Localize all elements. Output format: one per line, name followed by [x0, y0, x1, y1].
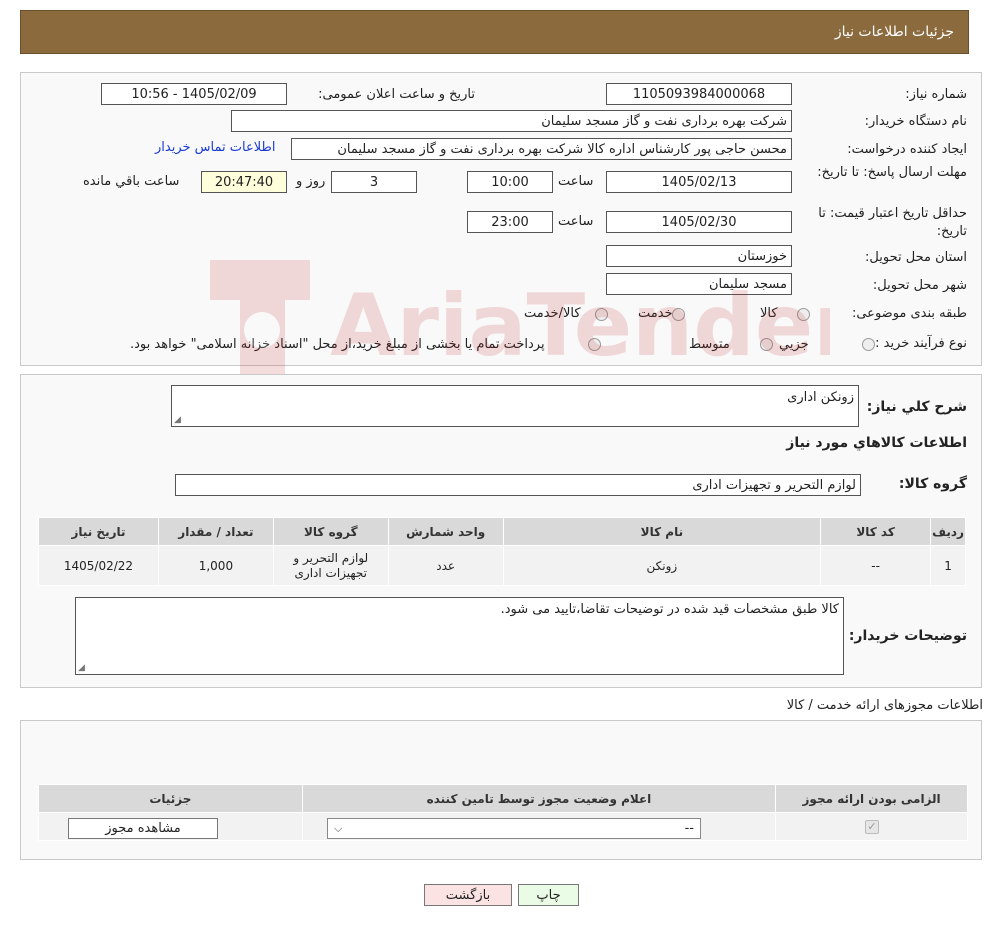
col-unit: واحد شمارش — [387, 517, 504, 546]
cell-group: لوازم التحریر و تجهیزات اداری — [272, 545, 389, 586]
page-title: جزئیات اطلاعات نیاز — [834, 24, 954, 40]
response-deadline-date: 1405/02/13 — [606, 171, 792, 193]
buyer-notes-label: توضيحات خريدار: — [848, 628, 967, 644]
summary-textarea[interactable]: زونکن اداری ◢ — [171, 385, 859, 427]
category-radio-service[interactable] — [672, 308, 685, 321]
cell-row: 1 — [930, 545, 966, 586]
buyer-org-field: شرکت بهره برداری نفت و گاز مسجد سلیمان — [231, 110, 792, 132]
col-permit-details: جزئیات — [38, 784, 303, 813]
validity-time-label: ساعت — [558, 214, 594, 229]
buyer-notes-textarea[interactable]: کالا طبق مشخصات قید شده در توضیحات تقاضا… — [75, 597, 844, 675]
days-label: روز و — [296, 174, 326, 189]
buyer-org-label: نام دستگاه خریدار: — [864, 114, 967, 129]
cell-date: 1405/02/22 — [38, 545, 159, 586]
permit-status-value: -- — [684, 821, 694, 836]
remaining-time-field: 20:47:40 — [201, 171, 287, 193]
deadline-time-label: ساعت — [558, 174, 594, 189]
col-group: گروه کالا — [272, 517, 389, 546]
summary-label: شرح کلي نياز: — [866, 399, 967, 415]
resize-handle-icon[interactable]: ◢ — [78, 663, 85, 673]
delivery-province-field: خوزستان — [606, 245, 792, 267]
cell-unit: عدد — [387, 545, 504, 586]
delivery-city-label: شهر محل تحویل: — [872, 278, 967, 293]
delivery-province-label: استان محل تحویل: — [865, 250, 967, 265]
cell-name: زونکن — [502, 545, 822, 586]
summary-text: زونکن اداری — [787, 390, 854, 405]
category-option-service: خدمت — [638, 306, 673, 321]
page-header: جزئیات اطلاعات نیاز — [20, 10, 969, 54]
cell-qty: 1,000 — [157, 545, 274, 586]
need-number-label: شماره نیاز: — [905, 87, 967, 102]
col-qty: تعداد / مقدار — [157, 517, 274, 546]
view-permit-button[interactable]: مشاهده مجوز — [68, 818, 218, 839]
process-radio-medium[interactable] — [760, 338, 773, 351]
delivery-city-field: مسجد سلیمان — [606, 273, 792, 295]
goods-table: رديف کد کالا نام کالا واحد شمارش گروه کا… — [38, 517, 966, 586]
price-validity-time: 23:00 — [467, 211, 553, 233]
permit-required-checkbox: ✓ — [865, 820, 879, 834]
col-row: رديف — [930, 517, 966, 546]
category-option-goods: کالا — [760, 306, 778, 321]
col-code: کد کالا — [820, 517, 932, 546]
permits-title: اطلاعات مجوزهای ارائه خدمت / کالا — [786, 698, 983, 713]
price-validity-label: حداقل تاریخ اعتبار قیمت: تا تاریخ: — [818, 206, 967, 239]
goods-group-label: گروه کالا: — [898, 476, 967, 492]
need-number-field: 1105093984000068 — [606, 83, 792, 105]
announce-datetime-label: تاریخ و ساعت اعلان عمومی: — [318, 87, 475, 102]
process-radio-treasury[interactable] — [588, 338, 601, 351]
process-note: پرداخت تمام یا بخشی از مبلغ خرید،از محل … — [130, 337, 545, 352]
goods-group-field: لوازم التحریر و تجهیزات اداری — [175, 474, 861, 496]
col-permit-status: اعلام وضعیت مجوز توسط تامین کننده — [301, 784, 777, 813]
chevron-down-icon: ⌵ — [334, 821, 343, 835]
col-date: تاريخ نياز — [38, 517, 159, 546]
resize-handle-icon[interactable]: ◢ — [174, 415, 181, 425]
cell-code: -- — [820, 545, 932, 586]
buyer-notes-text: کالا طبق مشخصات قید شده در توضیحات تقاضا… — [500, 602, 839, 617]
purchase-process-label: نوع فرآیند خرید : — [875, 336, 967, 351]
buyer-contact-link[interactable]: اطلاعات تماس خریدار — [155, 140, 275, 155]
print-button[interactable]: چاپ — [518, 884, 579, 906]
goods-table-header: رديف کد کالا نام کالا واحد شمارش گروه کا… — [38, 517, 966, 546]
announce-datetime-field: 1405/02/09 - 10:56 — [101, 83, 287, 105]
goods-info-title: اطلاعات کالاهاي مورد نياز — [786, 435, 967, 451]
remaining-days-field: 3 — [331, 171, 417, 193]
request-creator-field: محسن حاجی پور کارشناس اداره کالا شرکت به… — [291, 138, 792, 160]
permits-table-header: الزامی بودن ارائه مجوز اعلام وضعیت مجوز … — [38, 784, 968, 813]
request-creator-label: ایجاد کننده درخواست: — [847, 142, 967, 157]
category-radio-goods[interactable] — [797, 308, 810, 321]
table-row: 1 -- زونکن عدد لوازم التحریر و تجهیزات ا… — [38, 545, 966, 586]
process-option-medium: متوسط — [689, 337, 730, 352]
response-deadline-label: مهلت ارسال پاسخ: تا تاریخ: — [817, 165, 967, 180]
category-option-goods-service: کالا/خدمت — [524, 306, 581, 321]
response-deadline-time: 10:00 — [467, 171, 553, 193]
process-option-minor: جزیي — [779, 337, 809, 352]
col-permit-required: الزامی بودن ارائه مجوز — [775, 784, 968, 813]
permit-status-select[interactable]: ⌵ -- — [327, 818, 701, 839]
col-name: نام کالا — [502, 517, 822, 546]
back-button[interactable]: بازگشت — [424, 884, 512, 906]
process-radio-minor[interactable] — [862, 338, 875, 351]
remaining-label: ساعت باقي مانده — [83, 174, 180, 189]
category-radio-goods-service[interactable] — [595, 308, 608, 321]
category-label: طبقه بندی موضوعی: — [851, 306, 967, 321]
price-validity-date: 1405/02/30 — [606, 211, 792, 233]
